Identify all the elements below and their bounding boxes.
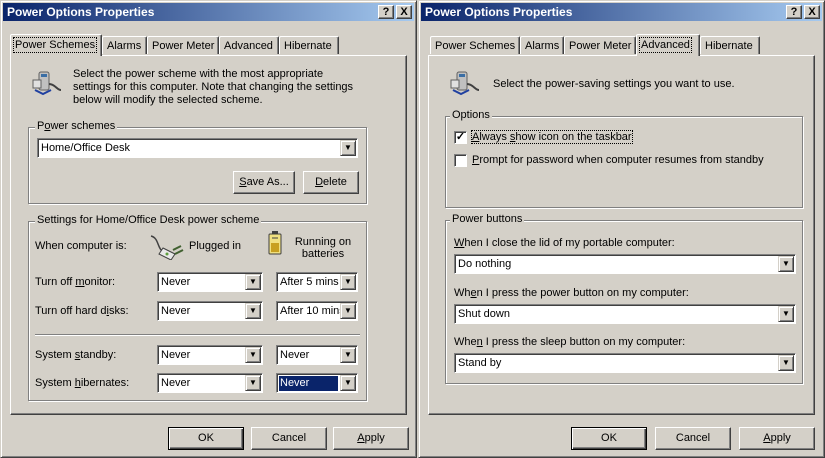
cancel-button[interactable]: Cancel (251, 427, 327, 450)
always-show-icon-label[interactable]: Always show icon on the taskbar (471, 130, 633, 144)
tab-hibernate[interactable]: Hibernate (279, 36, 339, 54)
ok-button[interactable]: OK (168, 427, 244, 450)
divider (35, 334, 360, 336)
battery-icon (268, 231, 282, 255)
standby-plugged-select[interactable]: Never ▼ (157, 345, 263, 365)
tab-strip: Power Schemes Alarms Power Meter Advance… (10, 34, 407, 56)
hibernates-battery-select[interactable]: Never ▼ (276, 373, 358, 393)
tab-alarms[interactable]: Alarms (102, 36, 147, 54)
standby-battery-select[interactable]: Never ▼ (276, 345, 358, 365)
tab-panel: Select the power scheme with the most ap… (10, 55, 407, 415)
apply-button[interactable]: Apply (333, 427, 409, 450)
power-buttons-legend: Power buttons (450, 213, 525, 225)
options-legend: Options (450, 109, 492, 121)
tab-hibernate[interactable]: Hibernate (700, 36, 760, 54)
close-button[interactable]: X (804, 5, 820, 19)
title-bar[interactable]: Power Options Properties ? X (421, 3, 822, 21)
chevron-down-icon[interactable]: ▼ (245, 375, 261, 391)
power-options-window-advanced: Power Options Properties ? X Power Schem… (418, 0, 825, 458)
delete-button[interactable]: Delete (303, 171, 359, 194)
sleep-button-action-select[interactable]: Stand by ▼ (454, 353, 796, 373)
turn-off-hard-disks-label: Turn off hard disks: (35, 305, 129, 317)
tab-advanced[interactable]: Advanced (636, 34, 700, 56)
chevron-down-icon[interactable]: ▼ (245, 347, 261, 363)
chevron-down-icon[interactable]: ▼ (340, 303, 356, 319)
monitor-plugged-select[interactable]: Never ▼ (157, 272, 263, 292)
chevron-down-icon[interactable]: ▼ (340, 140, 356, 156)
power-options-icon (32, 71, 62, 96)
tab-panel: Select the power-saving settings you wan… (428, 55, 815, 415)
intro-text: Select the power scheme with the most ap… (73, 68, 354, 106)
settings-legend: Settings for Home/Office Desk power sche… (35, 214, 262, 226)
chevron-down-icon[interactable]: ▼ (778, 256, 794, 272)
turn-off-monitor-label: Turn off monitor: (35, 276, 116, 288)
intro-text: Select the power-saving settings you wan… (493, 78, 735, 90)
tab-alarms[interactable]: Alarms (520, 36, 564, 54)
options-group: Options ✓ Always show icon on the taskba… (445, 109, 803, 208)
help-button[interactable]: ? (786, 5, 802, 19)
tab-power-schemes[interactable]: Power Schemes (10, 34, 102, 56)
close-button[interactable]: X (396, 5, 412, 19)
lid-action-select[interactable]: Do nothing ▼ (454, 254, 796, 274)
power-button-action-select[interactable]: Shut down ▼ (454, 304, 796, 324)
prompt-password-label[interactable]: Prompt for password when computer resume… (472, 154, 764, 166)
chevron-down-icon[interactable]: ▼ (245, 274, 261, 290)
power-scheme-select[interactable]: Home/Office Desk ▼ (37, 138, 358, 158)
window-title: Power Options Properties (7, 5, 155, 19)
always-show-icon-checkbox[interactable]: ✓ (454, 131, 467, 144)
running-on-batteries-label: Running on batteries (294, 236, 352, 260)
ok-button[interactable]: OK (571, 427, 647, 450)
when-computer-is-label: When computer is: (35, 240, 127, 252)
power-button-label: When I press the power button on my comp… (454, 287, 689, 299)
tab-power-schemes[interactable]: Power Schemes (430, 36, 520, 54)
chevron-down-icon[interactable]: ▼ (245, 303, 261, 319)
plug-icon (150, 235, 184, 260)
tab-strip: Power Schemes Alarms Power Meter Advance… (428, 34, 815, 56)
tab-power-meter[interactable]: Power Meter (564, 36, 636, 54)
window-title: Power Options Properties (425, 5, 573, 19)
settings-group: Settings for Home/Office Desk power sche… (28, 214, 367, 401)
cancel-button[interactable]: Cancel (655, 427, 731, 450)
system-standby-label: System standby: (35, 349, 117, 361)
chevron-down-icon[interactable]: ▼ (340, 347, 356, 363)
apply-button[interactable]: Apply (739, 427, 815, 450)
power-options-window-power-schemes: Power Options Properties ? X Power Schem… (0, 0, 417, 458)
lid-label: When I close the lid of my portable comp… (454, 237, 675, 249)
title-bar[interactable]: Power Options Properties ? X (3, 3, 414, 21)
tab-advanced[interactable]: Advanced (219, 36, 279, 54)
power-scheme-value: Home/Office Desk (41, 142, 131, 154)
prompt-password-checkbox[interactable] (454, 154, 467, 167)
hibernates-plugged-select[interactable]: Never ▼ (157, 373, 263, 393)
hard-disks-battery-select[interactable]: After 10 mins ▼ (276, 301, 358, 321)
save-as-button[interactable]: Save As... (233, 171, 295, 194)
power-schemes-legend: Power schemes (35, 120, 118, 132)
chevron-down-icon[interactable]: ▼ (778, 306, 794, 322)
power-options-icon (450, 71, 480, 96)
chevron-down-icon[interactable]: ▼ (340, 375, 356, 391)
power-buttons-group: Power buttons When I close the lid of my… (445, 213, 803, 384)
chevron-down-icon[interactable]: ▼ (340, 274, 356, 290)
chevron-down-icon[interactable]: ▼ (778, 355, 794, 371)
power-schemes-group: Power schemes Home/Office Desk ▼ Save As… (28, 120, 367, 204)
monitor-battery-select[interactable]: After 5 mins ▼ (276, 272, 358, 292)
sleep-button-label: When I press the sleep button on my comp… (454, 336, 686, 348)
help-button[interactable]: ? (378, 5, 394, 19)
plugged-in-label: Plugged in (189, 240, 241, 252)
system-hibernates-label: System hibernates: (35, 377, 130, 389)
hard-disks-plugged-select[interactable]: Never ▼ (157, 301, 263, 321)
tab-power-meter[interactable]: Power Meter (147, 36, 219, 54)
